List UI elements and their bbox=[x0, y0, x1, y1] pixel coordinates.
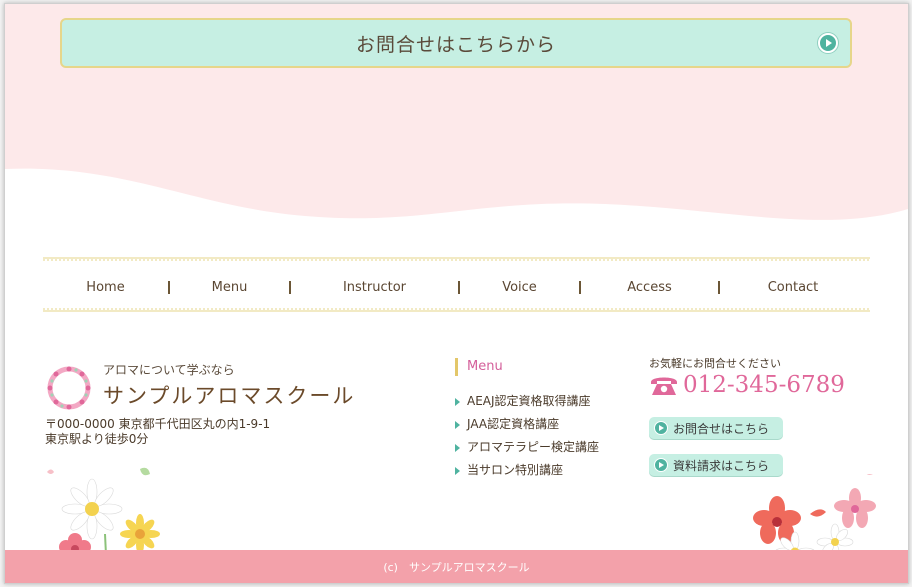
arrow-right-icon bbox=[654, 421, 668, 435]
footer-menu-item-label: JAA認定資格講座 bbox=[467, 417, 560, 431]
footer-menu-item-label: アロマテラピー検定講座 bbox=[467, 440, 600, 454]
school-tagline: アロマについて学ぶなら bbox=[103, 363, 235, 377]
nav-voice[interactable]: Voice bbox=[460, 280, 579, 295]
triangle-bullet-icon bbox=[455, 443, 460, 452]
inquiry-button-label: お問合せはこちら bbox=[673, 421, 770, 436]
nav-top-border bbox=[43, 257, 870, 261]
footer-nav: Home Menu Instructor Voice Access Contac… bbox=[43, 266, 870, 308]
address-line-1: 〒000-0000 東京都千代田区丸の内1-9-1 bbox=[45, 417, 271, 431]
nav-instructor[interactable]: Instructor bbox=[291, 280, 458, 295]
footer-menu-list: AEAJ認定資格取得講座 JAA認定資格講座 アロマテラピー検定講座 当サロン特… bbox=[455, 390, 599, 482]
triangle-bullet-icon bbox=[455, 397, 460, 406]
school-address: 〒000-0000 東京都千代田区丸の内1-9-1 東京駅より徒歩0分 bbox=[45, 417, 270, 447]
footer-menu-item-jaa[interactable]: JAA認定資格講座 bbox=[455, 413, 599, 436]
inquiry-button[interactable]: お問合せはこちら bbox=[649, 417, 783, 439]
contact-banner-label: お問合せはこちらから bbox=[355, 33, 556, 56]
request-materials-button-label: 資料請求はこちら bbox=[673, 458, 770, 473]
nav-access[interactable]: Access bbox=[581, 280, 718, 295]
triangle-bullet-icon bbox=[455, 420, 460, 429]
footer-menu-item-label: AEAJ認定資格取得講座 bbox=[467, 394, 591, 408]
arrow-right-icon bbox=[818, 33, 838, 53]
triangle-bullet-icon bbox=[455, 466, 460, 475]
footer-menu-item-aroma-test[interactable]: アロマテラピー検定講座 bbox=[455, 436, 599, 459]
telephone-icon bbox=[651, 377, 677, 395]
phone-number-block[interactable]: 012-345-6789 bbox=[649, 372, 845, 398]
phone-number: 012-345-6789 bbox=[683, 372, 845, 398]
footer-menu-item-aeaj[interactable]: AEAJ認定資格取得講座 bbox=[455, 390, 599, 413]
copyright-text: (c) サンプルアロマスクール bbox=[383, 561, 530, 574]
footer-menu-item-label: 当サロン特別講座 bbox=[467, 463, 564, 477]
page-frame: お問合せはこちらから Home Menu Instructor Voice Ac… bbox=[4, 3, 909, 584]
contact-label: お気軽にお問合せください bbox=[649, 357, 781, 370]
footer-menu-title: Menu bbox=[455, 358, 503, 376]
flower-wreath-logo-icon bbox=[47, 366, 91, 410]
footer-menu-item-special[interactable]: 当サロン特別講座 bbox=[455, 459, 599, 482]
address-line-2: 東京駅より徒歩0分 bbox=[45, 432, 149, 446]
nav-menu[interactable]: Menu bbox=[170, 280, 289, 295]
nav-bottom-border bbox=[43, 308, 870, 312]
site-footer: (c) サンプルアロマスクール bbox=[5, 550, 908, 583]
school-name: サンプルアロマスクール bbox=[103, 384, 356, 408]
nav-home[interactable]: Home bbox=[43, 280, 168, 295]
nav-contact[interactable]: Contact bbox=[720, 280, 866, 295]
request-materials-button[interactable]: 資料請求はこちら bbox=[649, 454, 783, 476]
contact-banner-button[interactable]: お問合せはこちらから bbox=[60, 18, 852, 68]
arrow-right-icon bbox=[654, 458, 668, 472]
